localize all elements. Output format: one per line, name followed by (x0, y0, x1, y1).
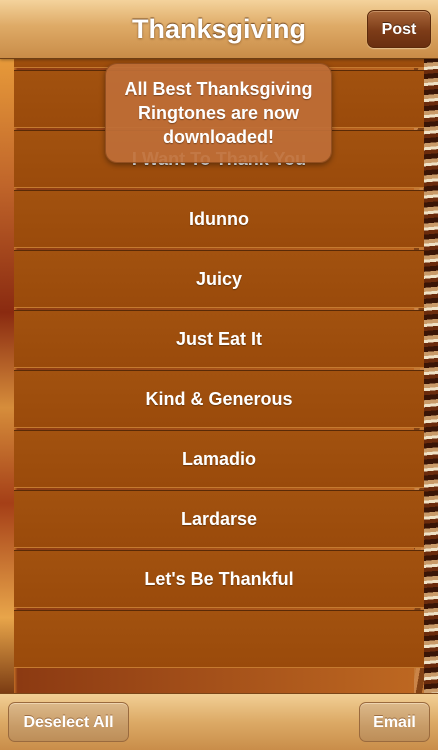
list-item[interactable]: Juicy (14, 250, 424, 308)
list-item[interactable] (14, 610, 424, 668)
toast-message: All Best Thanksgiving Ringtones are now … (124, 79, 313, 147)
list-item[interactable]: Lamadio (14, 430, 424, 488)
list-item[interactable]: Idunno (14, 190, 424, 248)
list-item[interactable]: Just Eat It (14, 310, 424, 368)
background-left-strip (0, 58, 14, 694)
list-item[interactable]: Kind & Generous (14, 370, 424, 428)
deselect-all-button[interactable]: Deselect All (8, 702, 129, 742)
email-button[interactable]: Email (359, 702, 430, 742)
navigation-bar: Thanksgiving Post (0, 0, 438, 59)
post-button[interactable]: Post (367, 10, 431, 48)
bottom-toolbar: Deselect All Email (0, 693, 438, 750)
download-complete-toast: All Best Thanksgiving Ringtones are now … (105, 63, 332, 163)
background-right-strip (424, 58, 438, 694)
list-item[interactable]: Lardarse (14, 490, 424, 548)
list-item[interactable]: Let's Be Thankful (14, 550, 424, 608)
